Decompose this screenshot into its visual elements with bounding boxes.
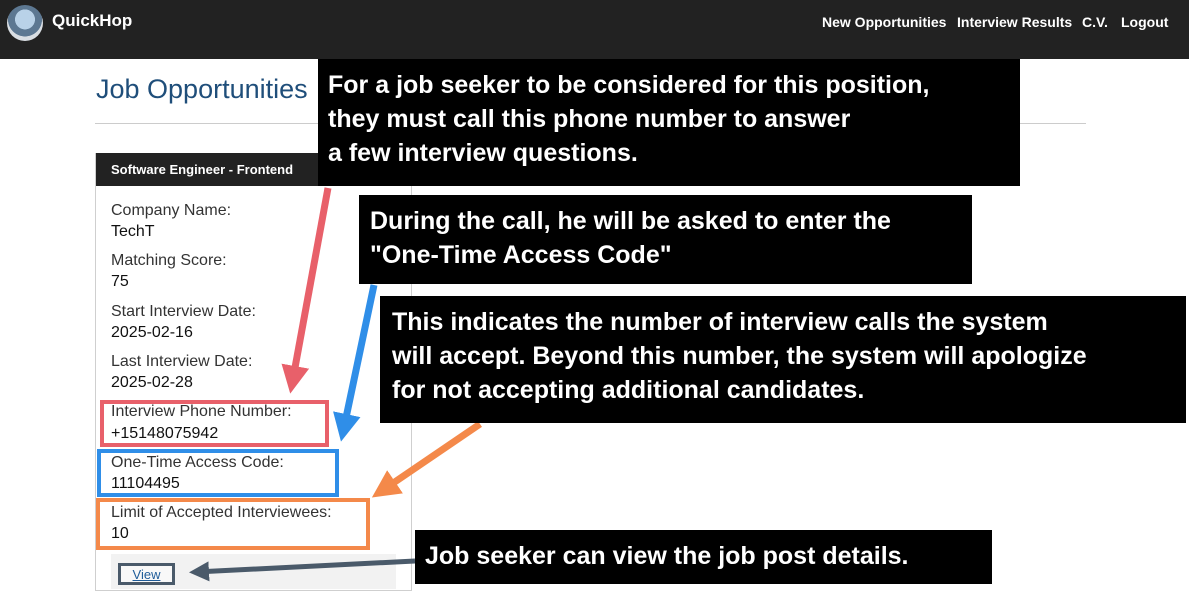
code-callout: During the call, he will be asked to ent… (359, 195, 972, 284)
limit-callout-line-3: for not accepting additional candidates. (392, 375, 865, 404)
phone-arrow (281, 187, 332, 394)
limit-callout-line-2: will accept. Beyond this number, the sys… (392, 341, 1087, 370)
phone-callout-line-2: they must call this phone number to answ… (328, 104, 851, 133)
code-callout-line-2: "One-Time Access Code" (370, 240, 672, 269)
phone-callout-line-1: For a job seeker to be considered for th… (328, 71, 930, 99)
view-callout-line-1: Job seeker can view the job post details… (425, 542, 909, 570)
phone-callout: For a job seeker to be considered for th… (318, 59, 1020, 186)
limit-callout-line-1: This indicates the number of interview c… (392, 308, 1048, 336)
limit-arrow (371, 421, 482, 498)
view-callout: Job seeker can view the job post details… (415, 530, 992, 584)
code-callout-line-1: During the call, he will be asked to ent… (370, 207, 891, 235)
view-arrow (189, 558, 416, 582)
code-arrow (333, 284, 378, 442)
limit-callout: This indicates the number of interview c… (380, 296, 1186, 423)
phone-callout-line-3: a few interview questions. (328, 138, 638, 167)
